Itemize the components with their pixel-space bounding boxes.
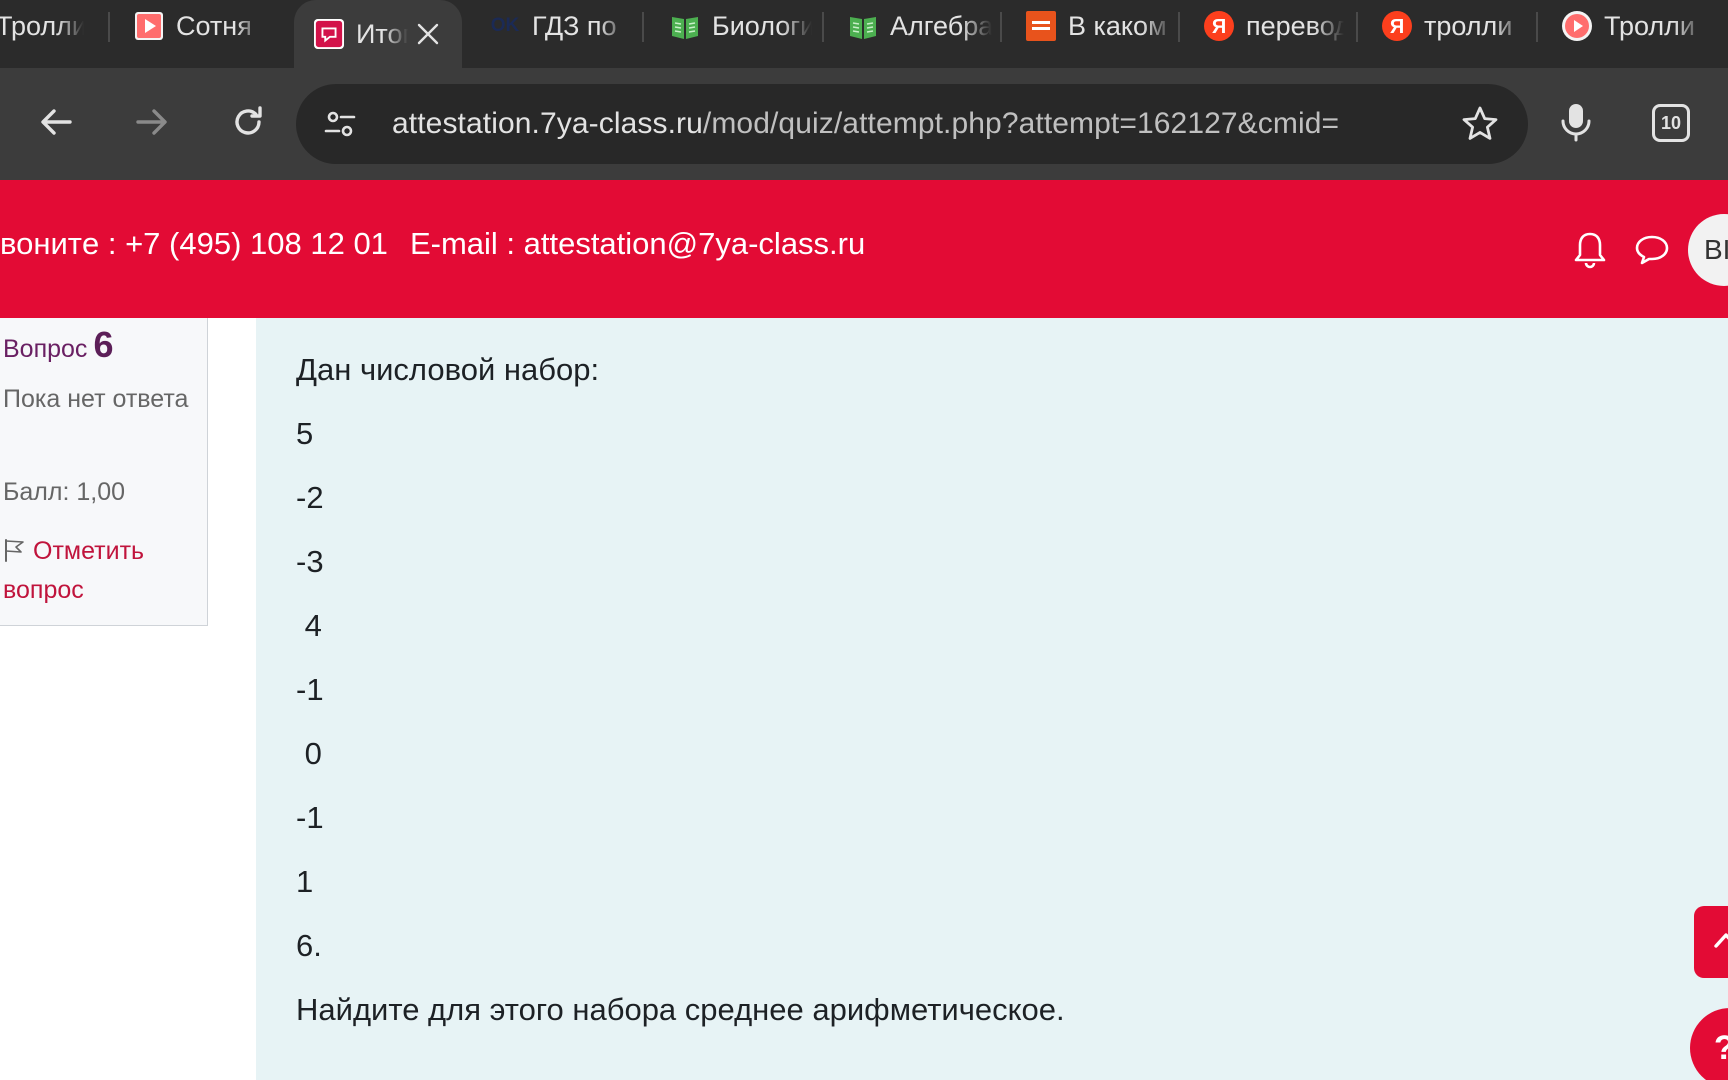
address-bar[interactable]: attestation.7ya-class.ru/mod/quiz/attemp… (296, 84, 1528, 164)
tab-separator (108, 12, 110, 42)
tab-separator (822, 12, 824, 42)
site-header: вонитe : +7 (495) 108 12 01 E-mail : atte… (0, 180, 1728, 318)
bookmark-star-icon[interactable] (1456, 100, 1504, 148)
question-text-panel: Дан числовой набор: 5 -2 -3 4 -1 0 -1 1 … (256, 318, 1728, 1080)
chat-bubble-icon[interactable] (1630, 228, 1674, 272)
quiz-site-icon (314, 19, 344, 49)
question-state: Пока нет ответа (3, 385, 189, 413)
tab-title: перевод (1246, 10, 1344, 41)
number-item: -1 (296, 800, 324, 835)
tab-title: Итоговая (356, 18, 408, 49)
url-host: attestation.7ya-class.ru (392, 107, 703, 140)
tab-title: Алгебра (890, 10, 992, 41)
tab-switcher-button[interactable]: 10 (1652, 104, 1690, 142)
phone-text: вонитe : +7 (495) 108 12 01 (0, 226, 388, 261)
browser-tab[interactable]: Алгебра (848, 0, 992, 52)
site-settings-icon[interactable] (320, 104, 360, 144)
video-play-icon (1562, 11, 1592, 41)
tab-separator (1000, 12, 1002, 42)
question-number-value: 6 (93, 324, 114, 365)
question-task: Найдите для этого набора среднее арифмет… (296, 992, 1065, 1027)
number-item: -3 (296, 544, 324, 579)
tab-title: Тролли (0, 10, 84, 41)
question-number: Вопрос 6 (3, 324, 113, 366)
close-icon[interactable] (414, 20, 442, 48)
tab-separator (1178, 12, 1180, 42)
tab-title: ГДЗ по (532, 10, 617, 41)
browser-tab[interactable]: OK ГДЗ по (490, 0, 628, 52)
microphone-icon (1558, 102, 1594, 147)
contacts-bar: вонитe : +7 (495) 108 12 01 E-mail : atte… (0, 226, 865, 262)
chevron-up-icon (1712, 926, 1728, 959)
browser-tab[interactable]: Сотня (134, 0, 262, 52)
browser-tab[interactable]: Тролли (0, 0, 84, 52)
arrow-right-icon (134, 104, 170, 145)
number-item: 5 (296, 416, 314, 451)
video-play-icon (134, 11, 164, 41)
tab-separator (1356, 12, 1358, 42)
browser-tab[interactable]: В каком (1026, 0, 1174, 52)
browser-tab[interactable]: Я тролли (1382, 0, 1524, 52)
reload-button[interactable] (218, 94, 278, 154)
yandex-icon: Я (1204, 11, 1234, 41)
tab-title: тролли (1424, 10, 1513, 41)
arrow-left-icon (38, 104, 74, 145)
tab-title: Тролли (1604, 10, 1696, 41)
scroll-to-top-button[interactable] (1694, 906, 1728, 978)
browser-tab-active[interactable]: Итоговая (294, 0, 462, 68)
forward-button[interactable] (122, 94, 182, 154)
number-item: 1 (296, 864, 314, 899)
number-item: -1 (296, 672, 324, 707)
browser-tab[interactable]: Тролли (1562, 0, 1704, 52)
browser-tab[interactable]: Биология (670, 0, 812, 52)
tab-title: В каком (1068, 10, 1167, 41)
number-item: 4 (296, 608, 322, 643)
question-grade: Балл: 1,00 (3, 478, 126, 506)
flag-icon (3, 535, 25, 562)
url-path: /mod/quiz/attempt.php?attempt=162127&cmi… (702, 107, 1340, 140)
bell-icon[interactable] (1568, 228, 1612, 272)
book-icon (670, 11, 700, 41)
number-item: 0 (296, 736, 322, 771)
tab-strip: Тролли Сотня Итоговая OK ГДЗ по Биология (0, 0, 1728, 68)
tab-title: Биология (712, 10, 812, 41)
flag-question-link[interactable]: Отметить вопрос (3, 532, 203, 610)
tab-separator (642, 12, 644, 42)
kinoafisha-icon (1026, 11, 1056, 41)
svg-text:Я: Я (1390, 16, 1404, 38)
reload-icon (230, 104, 266, 145)
question-info-panel: Вопрос 6 Пока нет ответа Балл: 1,00 Отмет… (0, 318, 208, 626)
svg-text:Я: Я (1212, 16, 1226, 38)
number-item: 6. (296, 928, 322, 963)
user-avatar[interactable]: ВІ (1688, 214, 1728, 286)
question-label: Вопрос (3, 335, 88, 363)
back-button[interactable] (26, 94, 86, 154)
ok-icon: OK (490, 15, 520, 36)
question-intro: Дан числовой набор: (296, 352, 600, 387)
number-item: -2 (296, 480, 324, 515)
yandex-icon: Я (1382, 11, 1412, 41)
tab-separator (1536, 12, 1538, 42)
browser-toolbar: attestation.7ya-class.ru/mod/quiz/attemp… (0, 68, 1728, 180)
email-text: E-mail : attestation@7ya-class.ru (409, 226, 866, 261)
url-text[interactable]: attestation.7ya-class.ru/mod/quiz/attemp… (392, 104, 1392, 144)
book-icon (848, 11, 878, 41)
voice-search-button[interactable] (1546, 94, 1606, 154)
tab-title: Сотня (176, 10, 252, 41)
browser-tab[interactable]: Я перевод (1204, 0, 1344, 52)
